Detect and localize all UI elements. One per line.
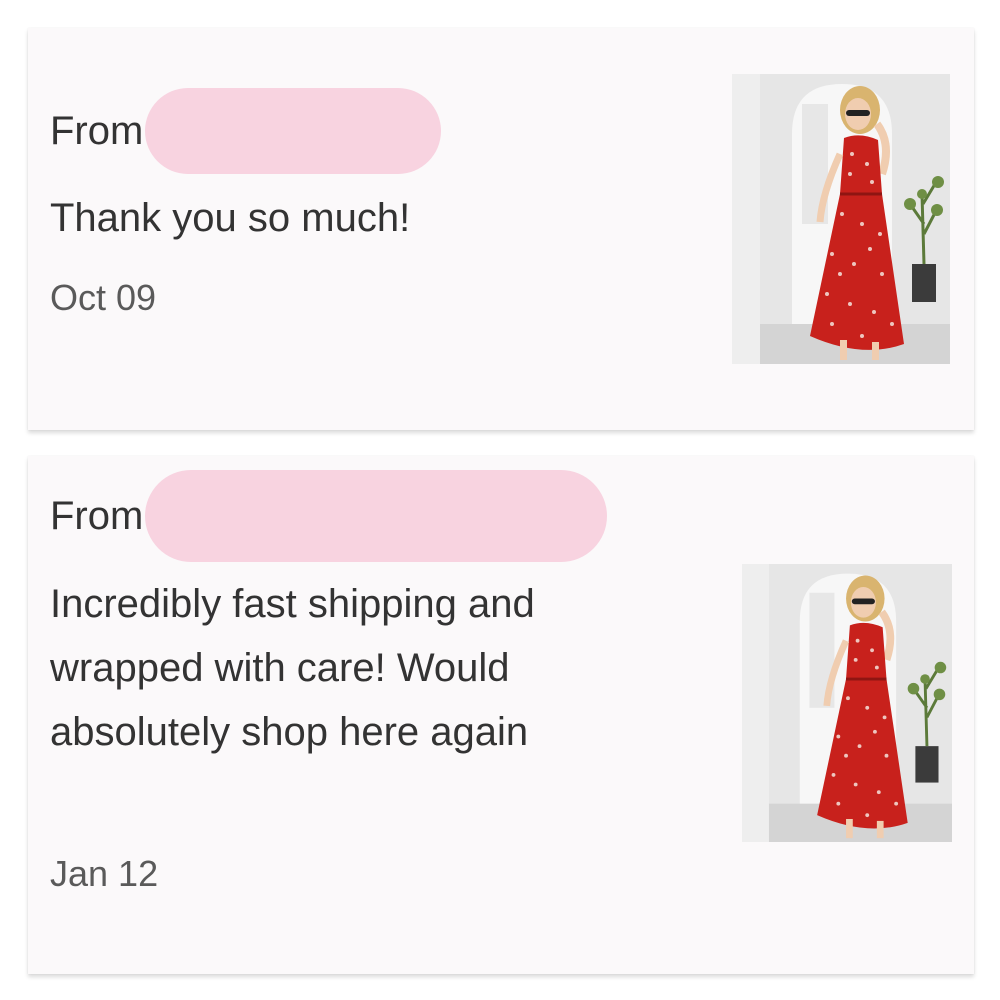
review-card[interactable]: From Incredibly fast shipping and wrappe… [28, 456, 974, 974]
product-thumbnail[interactable] [742, 564, 952, 842]
review-date: Oct 09 [50, 277, 157, 318]
dress-photo-image [742, 564, 952, 842]
from-label: From [50, 494, 144, 538]
product-thumbnail[interactable] [732, 74, 950, 364]
dress-photo-image [732, 74, 950, 364]
sender-row: From [50, 88, 442, 174]
review-message: Thank you so much! [50, 196, 411, 240]
sender-row: From [50, 470, 608, 562]
review-card[interactable]: From Thank you so much! Oct 09 [28, 28, 974, 430]
redacted-sender-name [145, 470, 608, 562]
review-date: Jan 12 [50, 853, 159, 894]
redacted-sender-name [145, 88, 442, 174]
review-message: Incredibly fast shipping and wrapped wit… [50, 582, 535, 754]
from-label: From [50, 109, 144, 153]
